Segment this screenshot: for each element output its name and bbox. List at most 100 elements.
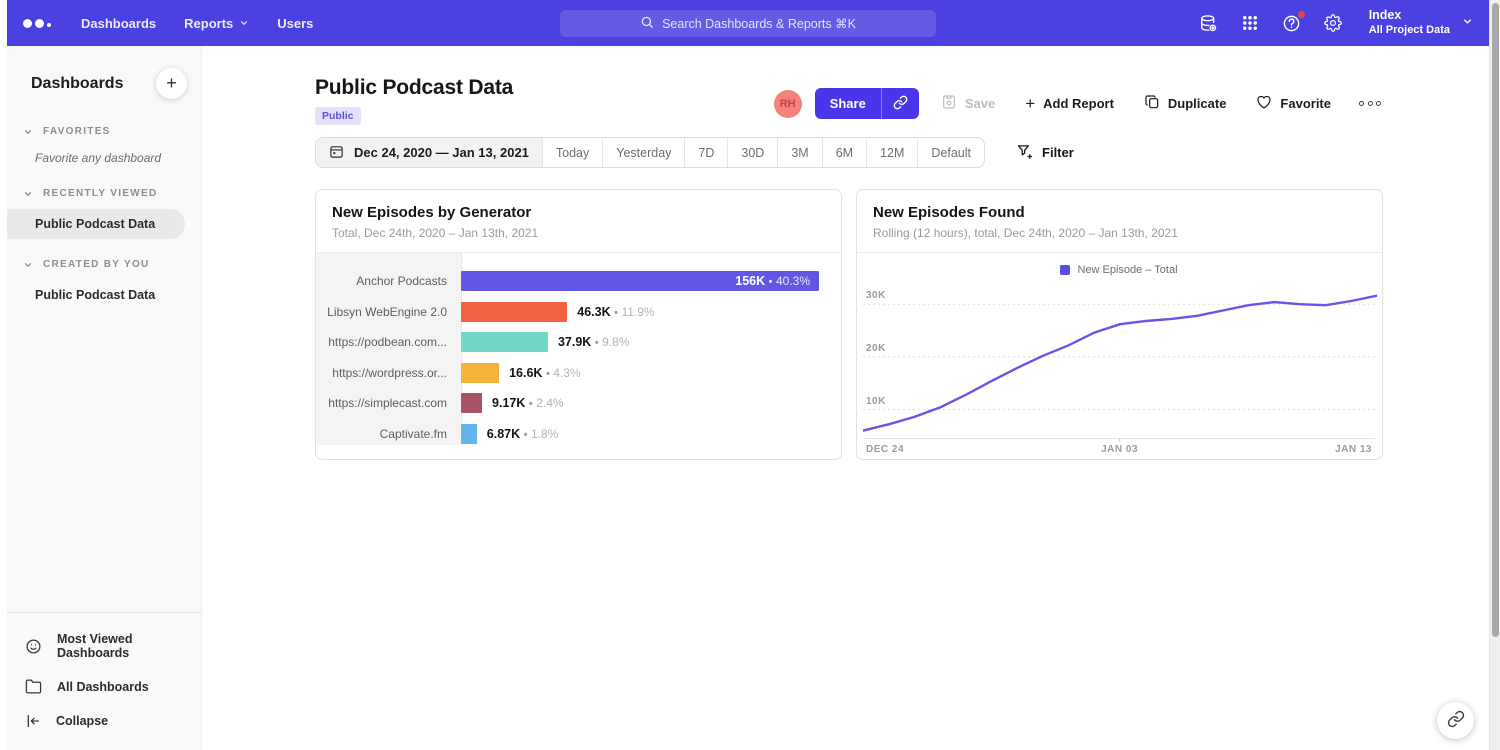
bar-value-label: 37.9K • 9.8% — [558, 335, 630, 349]
link-icon — [1447, 710, 1465, 731]
bar-chart-title: New Episodes by Generator — [332, 204, 825, 221]
page-title: Public Podcast Data — [315, 76, 513, 100]
bar-category-label: Captivate.fm — [316, 427, 461, 441]
bar-value-label: 16.6K • 4.3% — [509, 366, 581, 380]
funnel-icon — [1016, 143, 1033, 163]
chevron-down-icon — [1462, 14, 1473, 32]
plus-icon: + — [1025, 95, 1035, 112]
chevron-down-icon — [23, 260, 33, 270]
date-range-button[interactable]: Dec 24, 2020 — Jan 13, 2021 — [316, 138, 543, 167]
floating-share-link-button[interactable] — [1437, 702, 1474, 739]
apps-grid-icon[interactable] — [1241, 14, 1259, 32]
favorite-button[interactable]: Favorite — [1256, 94, 1331, 113]
settings-gear-icon[interactable] — [1324, 14, 1342, 32]
legend-label[interactable]: New Episode – Total — [1077, 264, 1177, 276]
line-chart[interactable]: 10K20K30K — [863, 281, 1375, 439]
bar-libsyn-webengine-2-0[interactable] — [461, 302, 567, 322]
preset-6m[interactable]: 6M — [823, 138, 867, 167]
date-range-segmented-control: Dec 24, 2020 — Jan 13, 2021 TodayYesterd… — [315, 137, 985, 168]
nav-item-reports[interactable]: Reports — [184, 16, 249, 31]
copy-share-link-button[interactable] — [881, 88, 919, 119]
preset-yesterday[interactable]: Yesterday — [603, 138, 685, 167]
help-icon[interactable] — [1282, 14, 1301, 33]
scrollbar-thumb[interactable] — [1492, 3, 1499, 637]
mixpanel-logo-icon[interactable] — [23, 18, 51, 28]
scrollbar-track[interactable] — [1489, 0, 1500, 750]
y-axis-tick-label: 10K — [866, 396, 886, 407]
bar-value-label: 9.17K • 2.4% — [492, 396, 564, 410]
collapse-icon — [25, 713, 41, 729]
project-selector[interactable]: Index All Project Data — [1369, 8, 1473, 37]
bar-row: https://podbean.com...37.9K • 9.8% — [316, 327, 841, 358]
bar-row: Captivate.fm 6.87K • 1.8% — [316, 419, 841, 450]
bar-value-label: 6.87K • 1.8% — [487, 427, 559, 441]
sidebar-section-recently-viewed[interactable]: RECENTLY VIEWED — [7, 177, 201, 208]
sidebar-footer-collapse[interactable]: Collapse — [7, 704, 201, 738]
search-input[interactable]: Search Dashboards & Reports ⌘K — [560, 10, 936, 37]
project-scope: All Project Data — [1369, 24, 1450, 38]
sidebar-section-favorites[interactable]: FAVORITES — [7, 115, 201, 146]
primary-nav: Dashboards Reports Users — [81, 16, 313, 31]
line-chart-title: New Episodes Found — [873, 204, 1366, 221]
search-placeholder: Search Dashboards & Reports ⌘K — [662, 16, 856, 31]
bar-row: https://wordpress.or...16.6K • 4.3% — [316, 358, 841, 389]
x-axis-labels: DEC 24JAN 03JAN 13 — [863, 439, 1375, 460]
sidebar: Dashboards + FAVORITESFavorite any dashb… — [7, 46, 202, 750]
add-dashboard-button[interactable]: + — [156, 68, 187, 99]
sidebar-empty-text: Favorite any dashboard — [7, 146, 201, 177]
bar-captivate-fm[interactable] — [461, 424, 477, 444]
navbar-right: Index All Project Data — [1199, 8, 1473, 37]
preset-12m[interactable]: 12M — [867, 138, 918, 167]
preset-30d[interactable]: 30D — [728, 138, 778, 167]
save-icon — [941, 94, 957, 113]
bar-row: https://simplecast.com 9.17K • 2.4% — [316, 388, 841, 419]
public-badge: Public — [315, 107, 361, 125]
smiley-icon — [25, 638, 42, 655]
sidebar-title: Dashboards — [31, 75, 123, 93]
sidebar-item-public-podcast-data[interactable]: Public Podcast Data — [7, 209, 185, 239]
bar-category-label: https://simplecast.com — [316, 396, 461, 410]
bar-value-label: 46.3K • 11.9% — [577, 305, 654, 319]
preset-3m[interactable]: 3M — [778, 138, 822, 167]
sidebar-footer-all-dashboards[interactable]: All Dashboards — [7, 669, 201, 704]
nav-item-users[interactable]: Users — [277, 16, 313, 31]
add-report-button[interactable]: + Add Report — [1025, 95, 1114, 112]
sidebar-footer-most-viewed-dashboards[interactable]: Most Viewed Dashboards — [7, 623, 201, 669]
line-chart-subtitle: Rolling (12 hours), total, Dec 24th, 202… — [873, 226, 1366, 240]
bar-https-podbean-com[interactable] — [461, 332, 548, 352]
link-icon — [893, 95, 908, 113]
top-navbar: Dashboards Reports Users Search Dashboards… — [7, 0, 1489, 46]
bar-https-simplecast-com[interactable] — [461, 393, 482, 413]
main-content: Public Podcast Data Public RH Share — [202, 46, 1489, 750]
sidebar-footer: Most Viewed DashboardsAll DashboardsColl… — [7, 612, 201, 750]
folder-icon — [25, 678, 42, 695]
duplicate-button[interactable]: Duplicate — [1144, 94, 1227, 113]
preset-default[interactable]: Default — [918, 138, 984, 167]
save-button[interactable]: Save — [941, 94, 995, 113]
filter-button[interactable]: Filter — [1016, 143, 1074, 163]
x-axis-tick-label: JAN 13 — [1335, 444, 1372, 455]
chevron-down-icon — [23, 127, 33, 137]
chart-legend: New Episode – Total — [863, 259, 1375, 281]
more-options-button[interactable] — [1357, 97, 1383, 110]
copy-icon — [1144, 94, 1160, 113]
chevron-down-icon — [239, 16, 249, 31]
data-sources-icon[interactable] — [1199, 14, 1218, 33]
calendar-icon — [329, 144, 344, 162]
desktop-edge-strip — [0, 0, 7, 750]
preset-7d[interactable]: 7D — [685, 138, 728, 167]
legend-swatch — [1060, 265, 1070, 275]
heart-icon — [1256, 94, 1272, 113]
share-button[interactable]: Share — [815, 88, 881, 119]
nav-item-dashboards[interactable]: Dashboards — [81, 16, 156, 31]
bar-chart-card: New Episodes by Generator Total, Dec 24t… — [315, 189, 842, 460]
avatar[interactable]: RH — [774, 90, 802, 118]
bar-https-wordpress-or[interactable] — [461, 363, 499, 383]
line-chart-card: New Episodes Found Rolling (12 hours), t… — [856, 189, 1383, 460]
preset-today[interactable]: Today — [543, 138, 603, 167]
date-controls: Dec 24, 2020 — Jan 13, 2021 TodayYesterd… — [315, 137, 1383, 168]
sidebar-section-created-by-you[interactable]: CREATED BY YOU — [7, 248, 201, 279]
axis-tick — [1119, 438, 1120, 442]
chevron-down-icon — [23, 189, 33, 199]
sidebar-item-public-podcast-data[interactable]: Public Podcast Data — [7, 280, 185, 310]
